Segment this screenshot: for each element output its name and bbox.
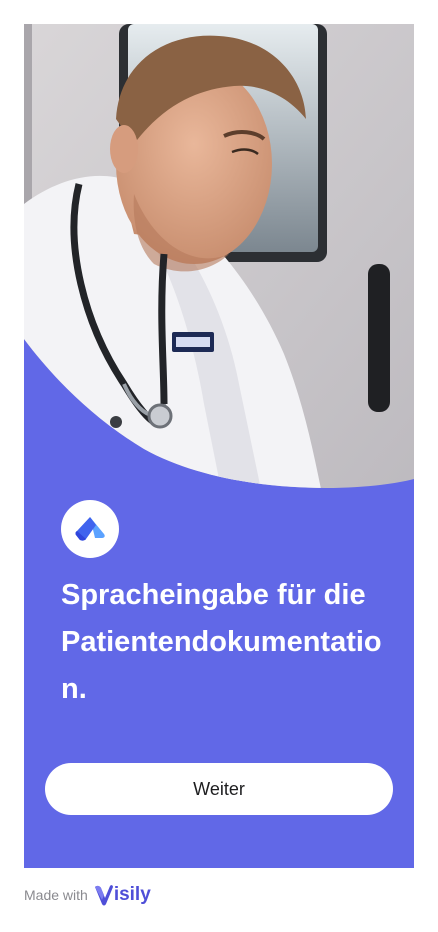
made-with-visily[interactable]: Made with isily	[24, 884, 151, 906]
hero-photo	[24, 24, 414, 488]
onboarding-headline: Spracheingabe für die Patientendokumenta…	[61, 579, 382, 705]
made-with-label: Made with	[24, 887, 88, 903]
onboarding-screen: Spracheingabe für die Patientendokumenta…	[24, 24, 414, 868]
app-logo-icon	[75, 517, 105, 541]
visily-wordmark: isily	[113, 884, 151, 905]
visily-logo: isily	[94, 884, 151, 906]
app-logo	[61, 500, 119, 558]
continue-button[interactable]: Weiter	[45, 763, 393, 815]
visily-v-icon	[94, 885, 113, 906]
